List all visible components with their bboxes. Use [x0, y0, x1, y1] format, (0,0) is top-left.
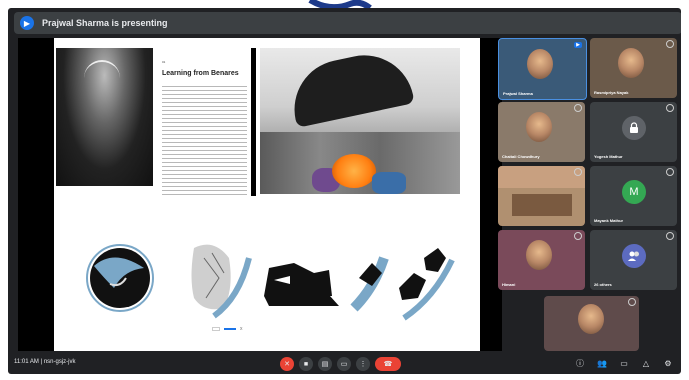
participant-name: Chaitali Chowdhury [502, 154, 540, 159]
photo-ghat-umbrellas [56, 48, 153, 186]
lock-icon[interactable]: ⚙ [662, 358, 674, 370]
menu-icon[interactable] [628, 298, 636, 306]
participant-video [526, 240, 552, 270]
presenting-bar: ▶ Prajwal Sharma is presenting [14, 12, 681, 34]
umbrella-shape [84, 60, 120, 80]
participant-name: Mayank Mathur [594, 218, 624, 223]
self-video [578, 304, 604, 334]
present-icon[interactable]: ▭ [337, 357, 351, 371]
side-controls: ⓘ 👥 ▭ △ ⚙ [574, 358, 674, 370]
meeting-code: nsn-gsjz-jvk [43, 359, 76, 365]
participant-tile[interactable]: Rasmipriya Nayak [590, 38, 677, 98]
menu-icon[interactable] [666, 40, 674, 48]
camera-icon[interactable]: ■ [299, 357, 313, 371]
presenting-title: Prajwal Sharma is presenting [42, 18, 168, 28]
bottom-bar: 11:01 AM | nsn-gsjz-jvk ✕ ■ ▤ ▭ ⋮ ☎ ⓘ 👥 … [8, 355, 681, 374]
meeting-info: 11:01 AM | nsn-gsjz-jvk [14, 359, 76, 365]
illustration-map [191, 244, 252, 319]
room-table [512, 194, 572, 216]
big-umbrella-shape [285, 48, 415, 128]
participant-name: Yogesh Mathur [594, 154, 623, 159]
call-controls: ✕ ■ ▤ ▭ ⋮ ☎ [280, 357, 401, 371]
participant-video [618, 48, 644, 78]
separator: | [40, 359, 43, 365]
participant-tile[interactable]: Yogesh Mathur [590, 102, 677, 162]
meet-window: ▶ Prajwal Sharma is presenting 01 Learni… [8, 8, 681, 374]
illustration-figures [350, 248, 455, 321]
section-number: 01 [162, 60, 166, 64]
participant-video [526, 112, 552, 142]
column-divider [251, 48, 256, 196]
participant-tile[interactable]: Chaitali Chowdhury [498, 102, 585, 162]
illustration-boat [264, 263, 339, 306]
participant-video [527, 49, 553, 79]
participant-tile[interactable] [498, 166, 585, 226]
menu-icon[interactable] [574, 104, 582, 112]
participant-name: 26 others [594, 282, 612, 287]
end-call-icon[interactable]: ☎ [375, 357, 401, 371]
mic-off-icon[interactable]: ✕ [280, 357, 294, 371]
others-icon [622, 244, 646, 268]
clock-time: 11:01 AM [14, 359, 39, 365]
self-view-tile[interactable] [544, 296, 639, 351]
chat-icon[interactable]: ▭ [618, 358, 630, 370]
activities-icon[interactable]: △ [640, 358, 652, 370]
more-icon[interactable]: ⋮ [356, 357, 370, 371]
menu-icon[interactable] [574, 168, 582, 176]
participant-tile[interactable]: ▶ Prajwal Sharma [498, 38, 587, 100]
orange-figure [332, 154, 376, 188]
presenting-badge: ▶ [574, 42, 582, 48]
photo-crowd-umbrella [260, 48, 460, 194]
participant-avatar: M [622, 180, 646, 204]
footer-button[interactable] [224, 328, 236, 330]
captions-icon[interactable]: ▤ [318, 357, 332, 371]
footer-close[interactable]: x [240, 326, 243, 332]
participant-tile[interactable]: M Mayank Mathur [590, 166, 677, 226]
lock-icon [622, 116, 646, 140]
document-footer: x [212, 326, 243, 332]
illustrations-row [86, 244, 455, 321]
participant-name: Prajwal Sharma [503, 91, 533, 96]
shared-document: 01 Learning from Benares x [54, 38, 480, 351]
menu-icon[interactable] [666, 168, 674, 176]
screen: ▶ Prajwal Sharma is presenting 01 Learni… [0, 0, 689, 380]
illustration-circle [86, 244, 154, 312]
room-wall [498, 166, 585, 188]
info-icon[interactable]: ⓘ [574, 358, 586, 370]
participant-tile[interactable]: Himani [498, 230, 585, 290]
people-icon[interactable]: 👥 [596, 358, 608, 370]
present-icon: ▶ [20, 16, 34, 30]
footer-text [212, 327, 220, 331]
shared-screen: 01 Learning from Benares x [18, 38, 502, 351]
menu-icon[interactable] [666, 104, 674, 112]
menu-icon[interactable] [574, 232, 582, 240]
participant-name: Himani [502, 282, 516, 287]
participant-name: Rasmipriya Nayak [594, 90, 629, 95]
document-heading: Learning from Benares [162, 70, 239, 77]
body-text-lines [162, 86, 247, 196]
menu-icon[interactable] [666, 232, 674, 240]
participant-tile[interactable]: 26 others [590, 230, 677, 290]
blue-figure [372, 172, 406, 194]
